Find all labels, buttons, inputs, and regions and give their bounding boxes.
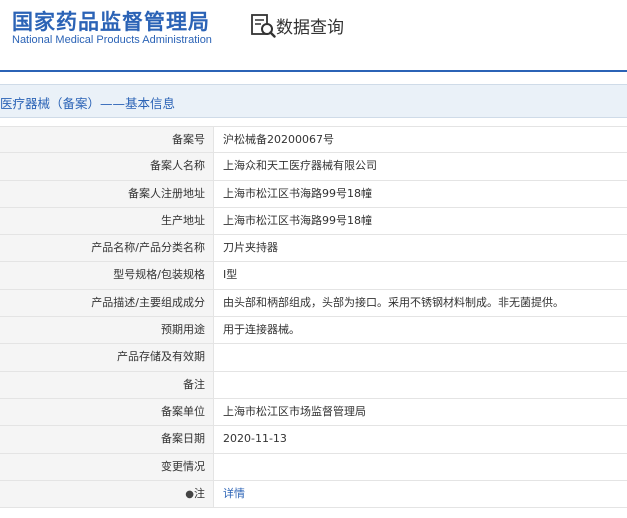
field-value: 详情	[214, 481, 627, 507]
field-label: 生产地址	[0, 207, 214, 235]
field-value: 上海市松江区书海路99号18幢	[223, 213, 372, 227]
field-label: 备案单位	[0, 398, 214, 426]
field-label: 备注	[0, 371, 214, 398]
field-label: 变更情况	[0, 453, 214, 480]
field-value: 上海市松江区市场监督管理局	[223, 404, 366, 418]
site-logo-cn[interactable]: 国家药品监督管理局	[12, 6, 210, 36]
table-row: 产品描述/主要组成成分 由头部和柄部组成，头部为接口。采用不锈钢材料制成。非无菌…	[0, 289, 627, 318]
field-label: 产品描述/主要组成成分	[0, 289, 214, 317]
field-label: 产品名称/产品分类名称	[0, 235, 214, 262]
field-label: 备案人名称	[0, 153, 214, 180]
pin-icon: ●	[185, 488, 194, 500]
field-label: 预期用途	[0, 317, 214, 344]
field-label: 型号规格/包装规格	[0, 262, 214, 289]
table-row: 备案人注册地址 上海市松江区书海路99号18幢	[0, 180, 627, 208]
note-label: 注	[194, 486, 205, 500]
field-value: 由头部和柄部组成，头部为接口。采用不锈钢材料制成。非无菌提供。	[223, 295, 564, 309]
table-row: 变更情况	[0, 453, 627, 481]
field-label: 备案人注册地址	[0, 180, 214, 207]
table-row: 备案号 沪松械备20200067号	[0, 126, 627, 154]
table-row: 产品存储及有效期	[0, 344, 627, 372]
field-value: 2020-11-13	[223, 432, 287, 446]
field-value: 上海众和天工医疗器械有限公司	[223, 159, 377, 173]
info-table: 备案号 沪松械备20200067号 备案人名称 上海众和天工医疗器械有限公司 备…	[0, 126, 627, 509]
table-row: 产品名称/产品分类名称 刀片夹持器	[0, 235, 627, 263]
section-title: 医疗器械（备案）——基本信息	[0, 96, 176, 111]
field-label-note: ●注	[0, 480, 214, 508]
details-link[interactable]: 详情	[223, 487, 245, 500]
site-header: 国家药品监督管理局 National Medical Products Admi…	[0, 0, 627, 70]
field-value: 刀片夹持器	[223, 241, 278, 255]
field-value: 上海市松江区书海路99号18幢	[223, 186, 372, 200]
field-label: 产品存储及有效期	[0, 344, 214, 371]
site-logo-en[interactable]: National Medical Products Administration	[12, 34, 212, 46]
table-row: ●注 详情	[0, 480, 627, 509]
field-value: I型	[223, 268, 238, 282]
field-value: 沪松械备20200067号	[223, 133, 334, 146]
table-row: 备案单位 上海市松江区市场监督管理局	[0, 398, 627, 427]
search-document-icon	[251, 14, 276, 38]
table-row: 预期用途 用于连接器械。	[0, 317, 627, 345]
field-label: 备案日期	[0, 426, 214, 453]
table-row: 型号规格/包装规格 I型	[0, 262, 627, 290]
field-value	[214, 372, 627, 398]
field-value: 用于连接器械。	[223, 323, 300, 337]
table-row: 生产地址 上海市松江区书海路99号18幢	[0, 207, 627, 236]
field-label: 备案号	[0, 127, 214, 153]
field-value	[214, 344, 627, 370]
table-row: 备案人名称 上海众和天工医疗器械有限公司	[0, 153, 627, 181]
page-title: 数据查询	[276, 18, 344, 38]
table-row: 备注	[0, 371, 627, 399]
header-divider	[0, 70, 627, 72]
field-value	[214, 454, 627, 480]
section-header: 医疗器械（备案）——基本信息	[0, 84, 627, 118]
table-row: 备案日期 2020-11-13	[0, 426, 627, 454]
